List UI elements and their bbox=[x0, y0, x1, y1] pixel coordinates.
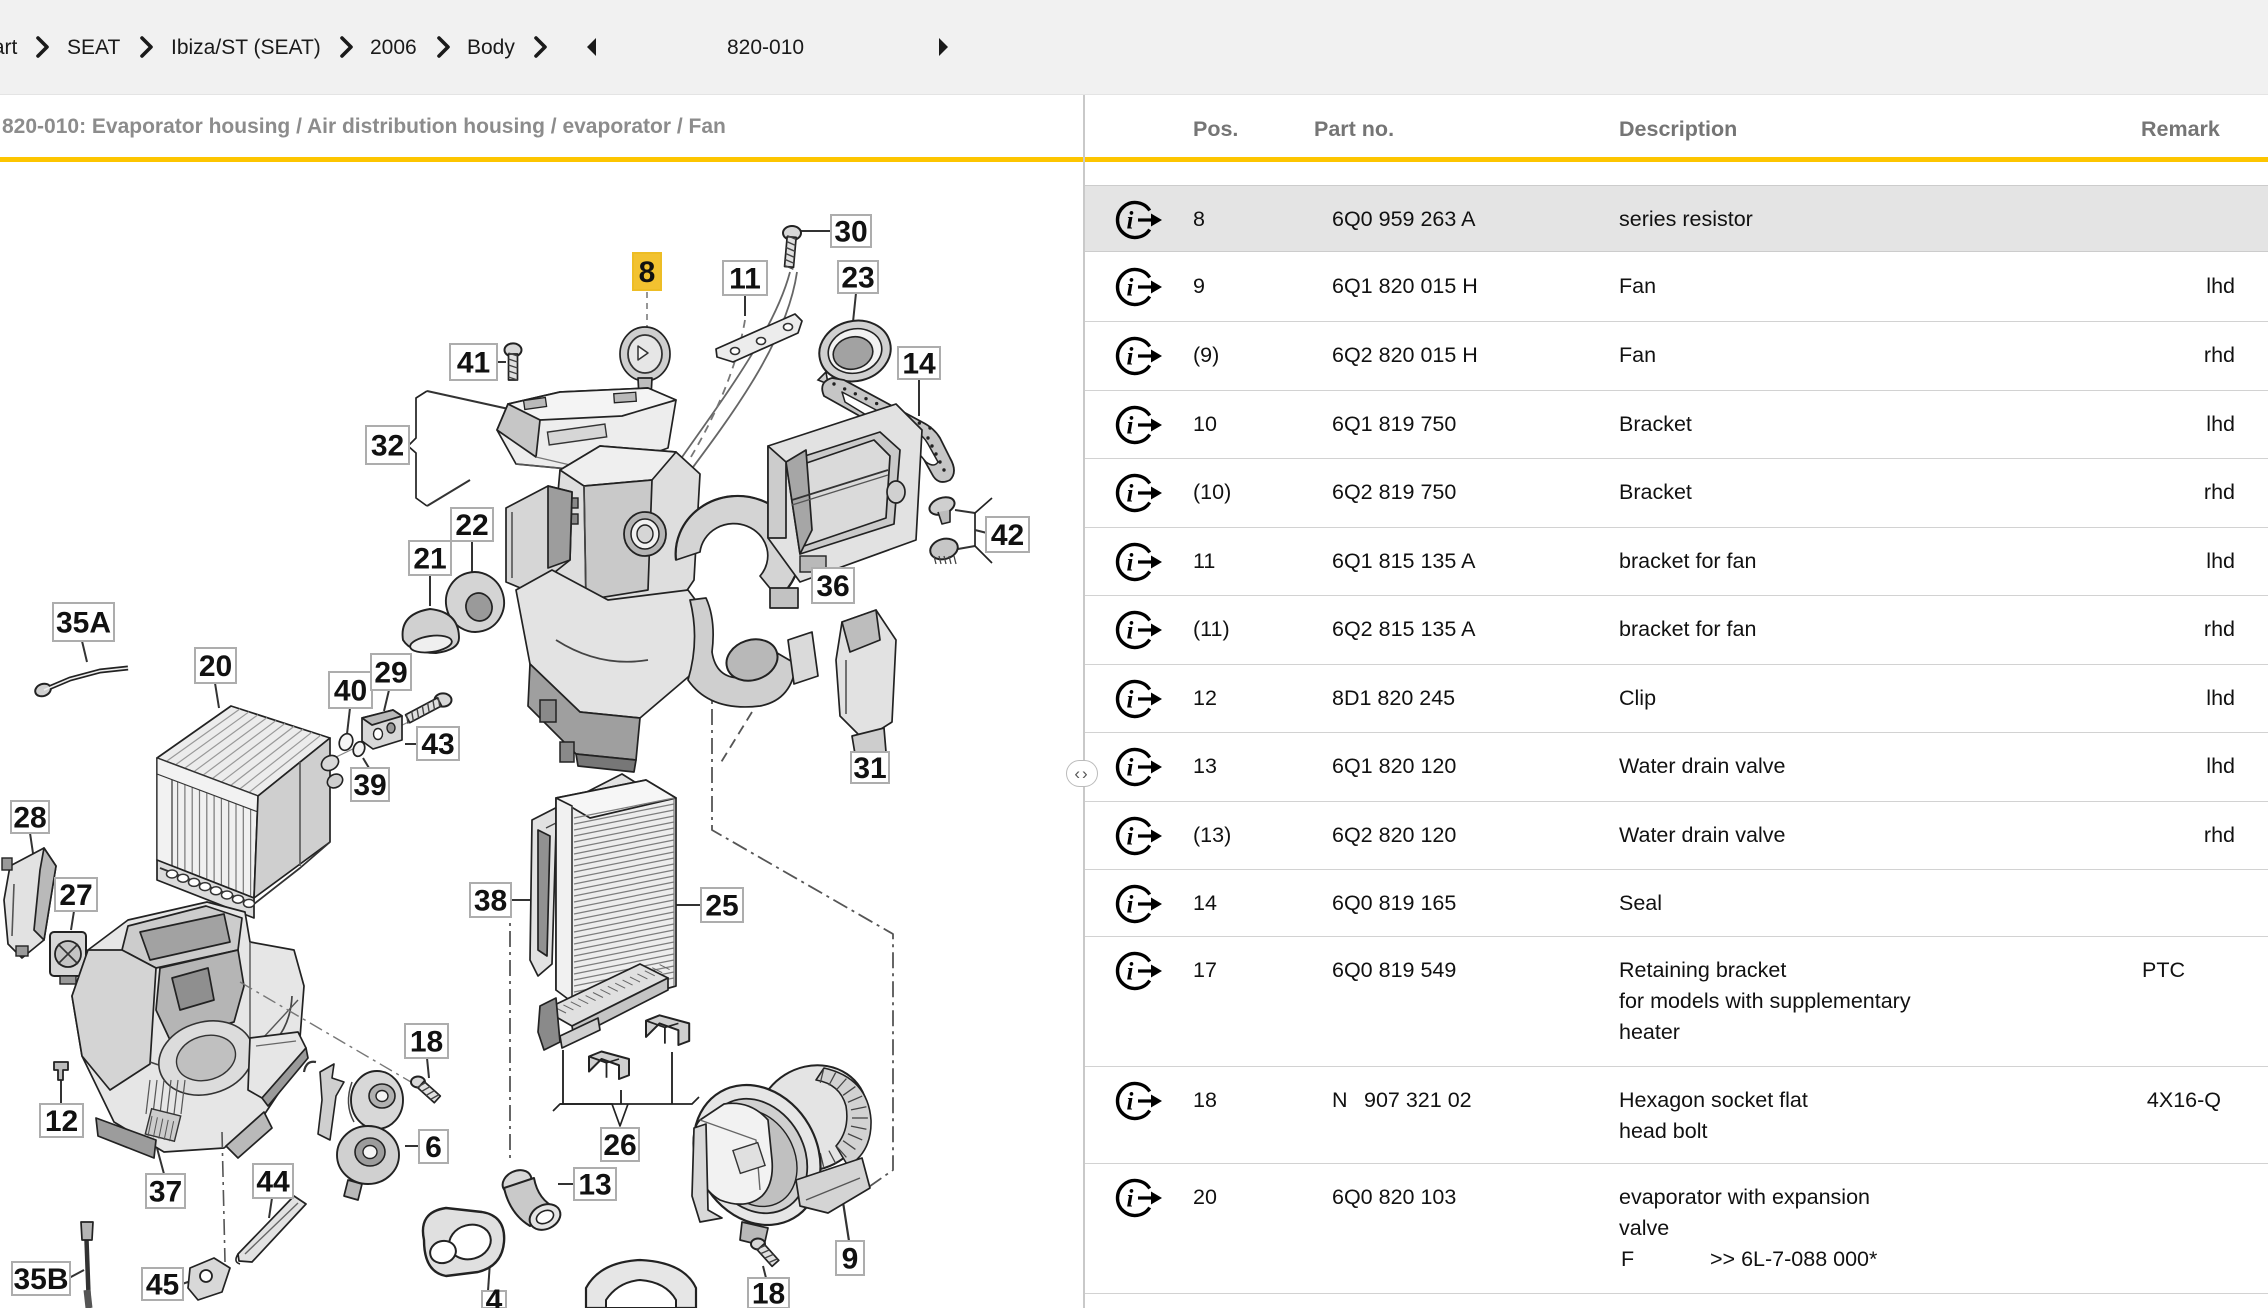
svg-text:6: 6 bbox=[425, 1131, 442, 1164]
svg-text:32: 32 bbox=[371, 430, 404, 463]
svg-text:39: 39 bbox=[353, 769, 386, 802]
svg-text:4: 4 bbox=[486, 1284, 503, 1308]
svg-text:40: 40 bbox=[334, 675, 367, 708]
svg-text:12: 12 bbox=[45, 1105, 78, 1138]
svg-text:21: 21 bbox=[413, 543, 446, 576]
svg-text:i: i bbox=[1127, 687, 1134, 714]
svg-text:i: i bbox=[1127, 275, 1134, 302]
svg-text:45: 45 bbox=[146, 1269, 179, 1302]
svg-text:20: 20 bbox=[199, 650, 232, 683]
svg-text:36: 36 bbox=[816, 570, 849, 603]
svg-text:41: 41 bbox=[457, 347, 490, 380]
svg-text:i: i bbox=[1127, 618, 1134, 645]
svg-text:18: 18 bbox=[410, 1026, 443, 1059]
svg-text:43: 43 bbox=[421, 728, 454, 761]
svg-text:25: 25 bbox=[705, 890, 738, 923]
svg-text:37: 37 bbox=[149, 1176, 182, 1209]
svg-text:i: i bbox=[1127, 1186, 1134, 1213]
svg-text:9: 9 bbox=[842, 1243, 859, 1276]
svg-text:27: 27 bbox=[59, 879, 92, 912]
svg-text:i: i bbox=[1127, 824, 1134, 851]
svg-text:28: 28 bbox=[13, 802, 46, 835]
svg-text:35B: 35B bbox=[13, 1263, 68, 1296]
svg-text:14: 14 bbox=[902, 348, 936, 381]
svg-text:31: 31 bbox=[853, 752, 886, 785]
svg-text:i: i bbox=[1127, 755, 1134, 782]
svg-text:i: i bbox=[1127, 344, 1134, 371]
svg-text:i: i bbox=[1127, 1089, 1134, 1116]
svg-text:26: 26 bbox=[603, 1129, 636, 1162]
svg-text:i: i bbox=[1127, 550, 1134, 577]
svg-text:30: 30 bbox=[834, 216, 867, 249]
svg-text:18: 18 bbox=[752, 1278, 785, 1308]
svg-text:13: 13 bbox=[578, 1169, 611, 1202]
svg-text:i: i bbox=[1127, 413, 1134, 440]
svg-text:i: i bbox=[1127, 892, 1134, 919]
svg-text:8: 8 bbox=[639, 256, 656, 289]
svg-text:44: 44 bbox=[256, 1166, 290, 1199]
svg-text:i: i bbox=[1127, 959, 1134, 986]
svg-text:i: i bbox=[1127, 481, 1134, 508]
svg-text:35A: 35A bbox=[56, 607, 111, 640]
svg-text:22: 22 bbox=[455, 509, 488, 542]
svg-text:i: i bbox=[1127, 208, 1134, 235]
svg-text:29: 29 bbox=[374, 657, 407, 690]
svg-text:38: 38 bbox=[474, 885, 507, 918]
svg-text:42: 42 bbox=[991, 519, 1024, 552]
svg-text:11: 11 bbox=[729, 263, 761, 296]
svg-text:23: 23 bbox=[841, 262, 874, 295]
